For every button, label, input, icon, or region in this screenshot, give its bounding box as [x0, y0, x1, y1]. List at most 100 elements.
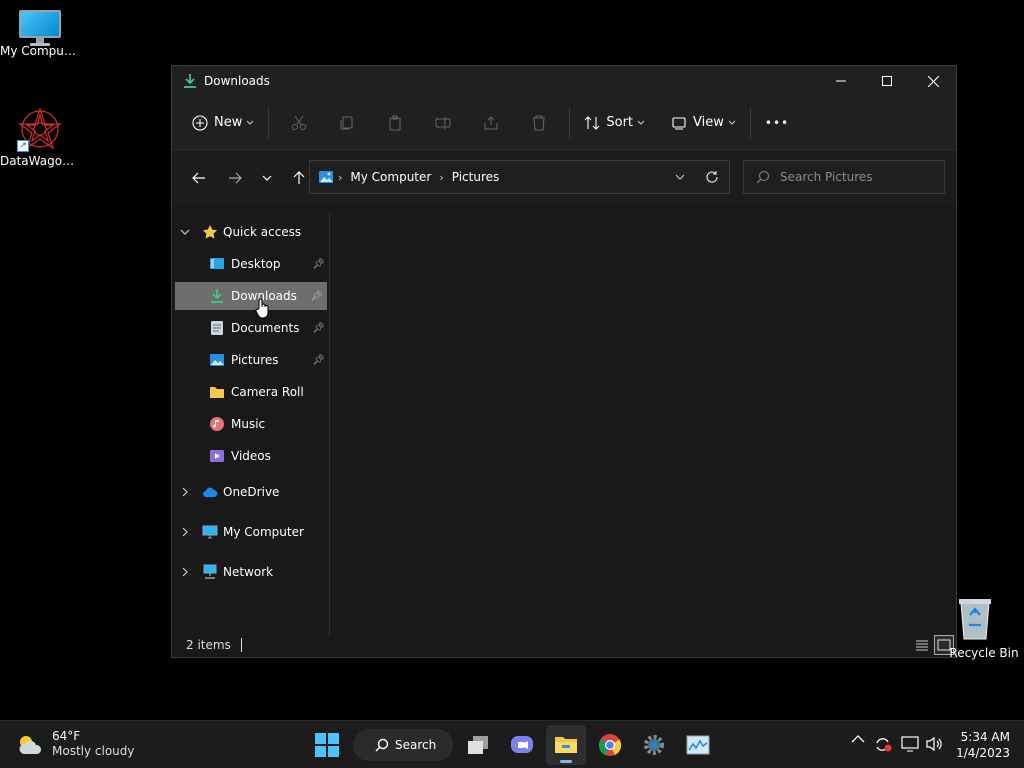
network-icon — [901, 736, 919, 752]
view-button-label: View — [693, 115, 724, 130]
taskbar-search-button[interactable]: Search — [353, 729, 453, 761]
sidebar-item-onedrive[interactable]: OneDrive — [172, 478, 329, 506]
address-history-button[interactable] — [665, 174, 695, 180]
window-title: Downloads — [204, 74, 270, 88]
title-bar[interactable]: Downloads — [172, 66, 956, 96]
paste-icon — [389, 115, 401, 130]
maximize-button[interactable] — [864, 66, 910, 96]
arrow-up-icon — [293, 171, 305, 184]
sidebar-item-videos[interactable]: Videos — [172, 442, 329, 470]
chrome-button[interactable] — [590, 725, 630, 765]
hand-cursor-icon — [255, 298, 269, 319]
recent-locations-button[interactable] — [252, 163, 282, 193]
sidebar-item-my-computer[interactable]: My Computer — [172, 518, 329, 546]
sort-button-label: Sort — [606, 115, 634, 130]
sync-error-icon — [876, 738, 892, 752]
pin-icon[interactable]: 📌︎ — [312, 259, 325, 270]
chevron-down-icon — [262, 175, 272, 181]
settings-button[interactable] — [634, 725, 674, 765]
network-status-button[interactable] — [901, 736, 919, 755]
new-button[interactable]: New — [184, 107, 262, 139]
volume-button[interactable] — [926, 736, 944, 755]
file-list-area[interactable] — [331, 212, 957, 637]
new-button-label: New — [214, 115, 243, 130]
minimize-button[interactable] — [818, 66, 864, 96]
download-icon — [184, 74, 196, 88]
sidebar-item-pictures[interactable]: Pictures 📌︎ — [172, 346, 329, 374]
chevron-down-icon — [675, 174, 685, 180]
chevron-down-icon — [728, 120, 736, 125]
trash-icon — [533, 115, 546, 130]
forward-button[interactable] — [220, 163, 250, 193]
paste-button[interactable] — [371, 107, 419, 139]
pin-icon[interactable]: 📌︎ — [310, 291, 323, 302]
file-explorer-taskbar-button[interactable] — [546, 725, 586, 765]
active-indicator — [560, 760, 572, 763]
delete-button[interactable] — [515, 107, 563, 139]
command-bar: New Sort View ••• — [172, 96, 956, 150]
chrome-icon — [598, 734, 622, 756]
more-options-button[interactable]: ••• — [757, 107, 797, 139]
address-bar[interactable]: › My Computer › Pictures — [309, 160, 730, 194]
sidebar-item-camera-roll[interactable]: Camera Roll — [172, 378, 329, 406]
sidebar-item-label: OneDrive — [223, 485, 280, 499]
breadcrumb-my-computer[interactable]: My Computer — [350, 170, 431, 184]
sidebar-item-label: Desktop — [231, 257, 281, 271]
details-view-button[interactable] — [912, 635, 932, 655]
sidebar-item-documents[interactable]: Documents 📌︎ — [172, 314, 329, 342]
sidebar-item-label: Videos — [231, 449, 271, 463]
copy-button[interactable] — [323, 107, 371, 139]
star-icon — [202, 225, 218, 239]
weather-widget[interactable]: 64°F Mostly cloudy — [16, 729, 135, 759]
sidebar-item-label: Quick access — [223, 225, 302, 239]
chevron-down-icon — [247, 120, 254, 125]
clock-date: 1/4/2023 — [956, 746, 1010, 760]
shortcut-arrow-icon: ↗ — [17, 140, 29, 152]
sidebar-item-music[interactable]: Music — [172, 410, 329, 438]
arrow-left-icon — [192, 172, 205, 184]
maximize-icon — [882, 76, 892, 86]
refresh-button[interactable] — [695, 170, 729, 184]
back-button[interactable] — [184, 163, 214, 193]
performance-monitor-button[interactable] — [678, 725, 718, 765]
sidebar-item-downloads[interactable]: Downloads 📌︎ — [175, 282, 327, 310]
desktop-icon-datawagon[interactable]: ↗ DataWagon... — [0, 106, 80, 168]
task-view-button[interactable] — [458, 725, 498, 765]
chevron-down-icon — [180, 229, 190, 235]
weather-temperature: 64°F — [52, 729, 81, 743]
task-view-icon — [468, 736, 488, 754]
pin-icon[interactable]: 📌︎ — [312, 355, 325, 366]
sidebar-item-desktop[interactable]: Desktop 📌︎ — [172, 250, 329, 278]
clock[interactable]: 5:34 AM 1/4/2023 — [956, 729, 1010, 761]
chat-button[interactable] — [502, 725, 542, 765]
datawagon-logo-icon: ↗ — [17, 106, 63, 152]
rename-button[interactable] — [419, 107, 467, 139]
sort-arrows-icon — [584, 115, 600, 130]
pin-icon[interactable]: 📌︎ — [312, 323, 325, 334]
search-box[interactable] — [743, 160, 945, 194]
chevron-right-icon — [182, 527, 188, 537]
speaker-icon — [926, 736, 942, 752]
search-input[interactable] — [780, 170, 930, 184]
desktop-icon-my-computer[interactable]: My Computer — [0, 10, 80, 58]
divider — [240, 638, 242, 652]
tray-overflow-button[interactable] — [851, 733, 865, 747]
desktop-icon-recycle-bin[interactable]: Recycle Bin — [944, 597, 1024, 660]
pictures-icon — [319, 171, 333, 183]
breadcrumb-pictures[interactable]: Pictures — [452, 170, 500, 184]
cut-button[interactable] — [275, 107, 323, 139]
view-button[interactable]: View — [663, 107, 744, 139]
sidebar-item-quick-access[interactable]: Quick access — [172, 218, 329, 246]
navigation-pane: Quick access Desktop 📌︎ Downloads 📌︎ Doc… — [172, 212, 330, 637]
divider — [749, 106, 751, 139]
share-button[interactable] — [467, 107, 515, 139]
chevron-right-icon — [182, 567, 188, 577]
close-button[interactable] — [910, 66, 956, 96]
start-button[interactable] — [307, 725, 347, 765]
sidebar-item-label: Camera Roll — [231, 385, 304, 399]
sidebar-item-network[interactable]: Network — [172, 558, 329, 586]
sync-status-button[interactable] — [874, 736, 892, 755]
close-icon — [927, 75, 939, 87]
music-icon — [210, 417, 224, 431]
sort-button[interactable]: Sort — [576, 107, 653, 139]
